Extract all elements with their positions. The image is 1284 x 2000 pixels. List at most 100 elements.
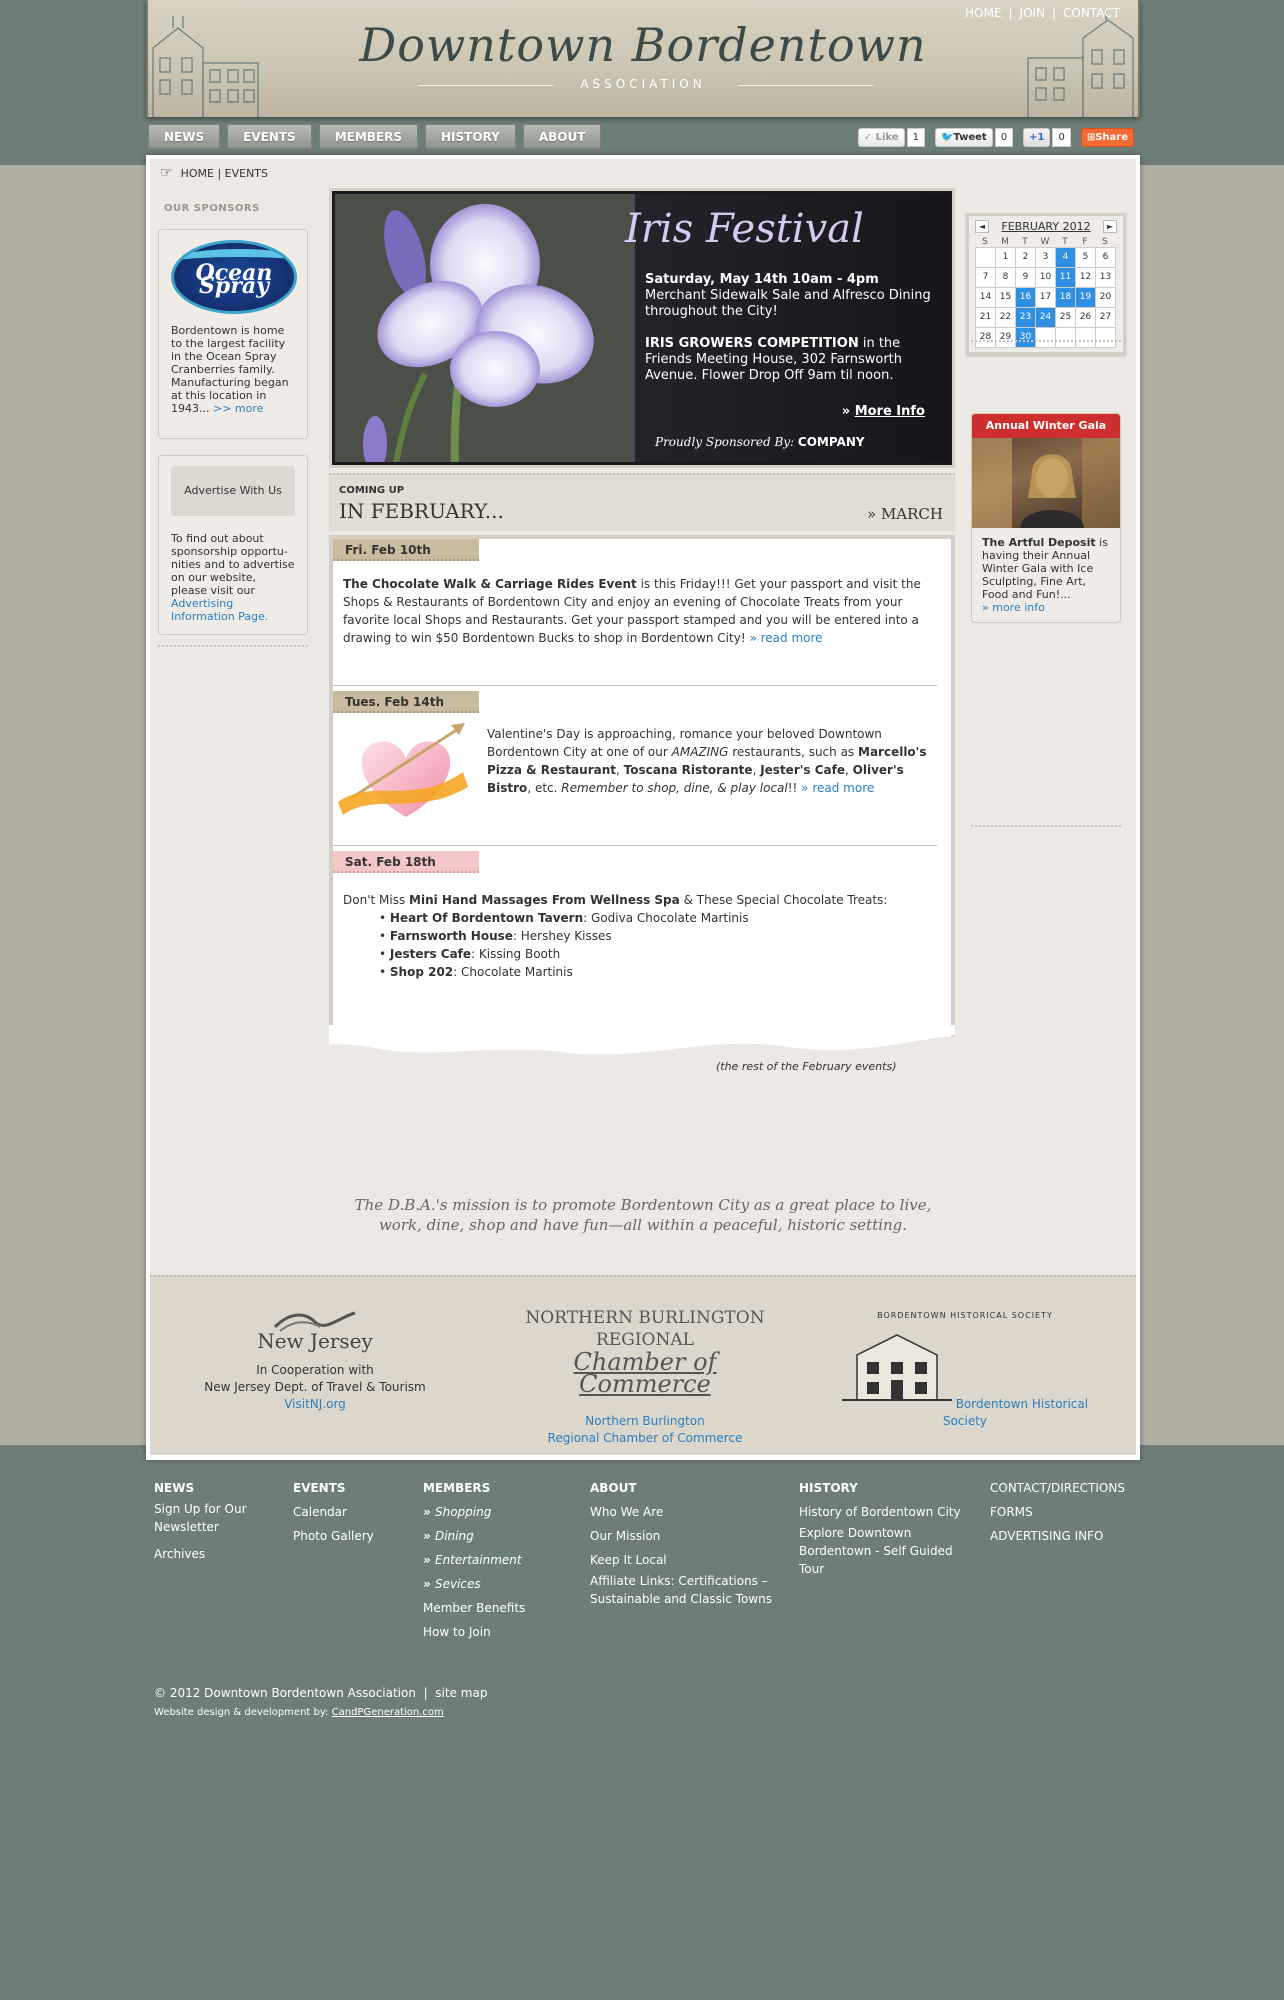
calendar-day[interactable]: 29 — [996, 328, 1016, 348]
next-month-link[interactable]: » MARCH — [867, 505, 943, 523]
coming-up-header: COMING UP IN FEBRUARY... » MARCH — [329, 473, 955, 531]
footer-link-forms[interactable]: FORMS — [990, 1500, 1134, 1524]
gala-photo[interactable] — [972, 438, 1120, 528]
footer-link[interactable]: Keep It Local — [590, 1548, 785, 1572]
advertise-link[interactable]: Advertising Information Page. — [171, 597, 268, 623]
calendar-day[interactable]: 12 — [1076, 268, 1096, 288]
calendar-day[interactable]: 14 — [976, 288, 996, 308]
hero-more-info-link[interactable]: » More Info — [842, 404, 925, 419]
chamber-link-line1[interactable]: Northern Burlington — [585, 1414, 704, 1428]
nav-members[interactable]: MEMBERS — [318, 124, 418, 149]
calendar-day[interactable]: 7 — [976, 268, 996, 288]
sitemap-link[interactable]: site map — [435, 1686, 487, 1700]
visitnj-link[interactable]: VisitNJ.org — [284, 1397, 346, 1411]
calendar-day[interactable]: 16 — [1016, 288, 1036, 308]
read-more-link[interactable]: » read more — [749, 631, 822, 645]
calendar-day[interactable]: 22 — [996, 308, 1016, 328]
footer-link[interactable]: Affiliate Links: Certifications – Sustai… — [590, 1572, 785, 1608]
calendar-day[interactable]: 28 — [976, 328, 996, 348]
calendar-day[interactable]: 9 — [1016, 268, 1036, 288]
footer-link[interactable]: Member Benefits — [423, 1596, 573, 1620]
chamber-of-commerce-logo[interactable]: NORTHERN BURLINGTON REGIONAL Chamber of … — [510, 1307, 780, 1396]
share-button[interactable]: ⊞Share — [1080, 128, 1134, 147]
calendar-day[interactable]: 5 — [1076, 248, 1096, 268]
footer-link[interactable]: Photo Gallery — [293, 1524, 413, 1548]
calendar-month-title[interactable]: FEBRUARY 2012 — [1001, 220, 1090, 233]
footer-link[interactable]: Dining — [423, 1524, 573, 1548]
calendar-day[interactable]: 27 — [1096, 308, 1116, 328]
calendar-day[interactable]: 15 — [996, 288, 1016, 308]
footer-heading-members[interactable]: MEMBERS — [423, 1476, 573, 1500]
calendar-empty-cell — [1056, 328, 1076, 348]
footer-link-advertising[interactable]: ADVERTISING INFO — [990, 1524, 1134, 1548]
toplink-contact[interactable]: CONTACT — [1063, 6, 1120, 20]
new-jersey-logo[interactable]: New Jersey — [200, 1331, 430, 1351]
credit-link[interactable]: CandPGeneration.com — [332, 1707, 444, 1718]
calendar-weekday: T — [1062, 237, 1068, 247]
calendar-day[interactable]: 2 — [1016, 248, 1036, 268]
footer-link[interactable]: How to Join — [423, 1620, 573, 1644]
calendar-day[interactable]: 6 — [1096, 248, 1116, 268]
heart-arrow-icon — [338, 723, 468, 817]
calendar-weekday: S — [982, 237, 988, 247]
footer-link[interactable]: Who We Are — [590, 1500, 785, 1524]
calendar-day[interactable]: 19 — [1076, 288, 1096, 308]
footer-link[interactable]: Explore Downtown Bordentown - Self Guide… — [799, 1524, 969, 1578]
footer-link[interactable]: Our Mission — [590, 1524, 785, 1548]
nav-about[interactable]: ABOUT — [522, 124, 602, 149]
calendar-day[interactable]: 23 — [1016, 308, 1036, 328]
copyright-text: © 2012 Downtown Bordentown Association — [154, 1686, 416, 1700]
calendar-day[interactable]: 20 — [1096, 288, 1116, 308]
sponsor-more-link[interactable]: >> more — [213, 402, 263, 415]
main-panel: ☞ HOME | EVENTS OUR SPONSORS Ocean Spray … — [146, 155, 1140, 1460]
footer-heading-about[interactable]: ABOUT — [590, 1476, 785, 1500]
footer-heading-history[interactable]: HISTORY — [799, 1476, 969, 1500]
calendar-next-arrow-icon[interactable]: ► — [1102, 220, 1117, 233]
calendar-prev-arrow-icon[interactable]: ◄ — [975, 220, 989, 233]
calendar-day[interactable]: 3 — [1036, 248, 1056, 268]
gala-more-info-link[interactable]: » more info — [982, 601, 1045, 614]
chamber-link-line2[interactable]: Regional Chamber of Commerce — [548, 1431, 743, 1445]
footer-link[interactable]: Sevices — [423, 1572, 573, 1596]
toplink-home[interactable]: HOME — [965, 6, 1001, 20]
footer-link-contact[interactable]: CONTACT/DIRECTIONS — [990, 1476, 1134, 1500]
facebook-like-button[interactable]: ✓ Like — [857, 128, 905, 147]
calendar-day[interactable]: 8 — [996, 268, 1016, 288]
read-more-link[interactable]: » read more — [801, 781, 874, 795]
calendar-day[interactable]: 24 — [1036, 308, 1056, 328]
footer-link[interactable]: Archives — [154, 1542, 284, 1566]
calendar-day[interactable]: 21 — [976, 308, 996, 328]
calendar-day[interactable]: 11 — [1056, 268, 1076, 288]
hero-banner[interactable]: Iris Festival Saturday, May 14th 10am - … — [329, 188, 955, 468]
nav-news[interactable]: NEWS — [148, 124, 221, 149]
historical-society-arc-text: BORDENTOWN HISTORICAL SOCIETY — [877, 1311, 1053, 1320]
footer-link[interactable]: Calendar — [293, 1500, 413, 1524]
calendar-day[interactable]: 26 — [1076, 308, 1096, 328]
footer-link[interactable]: Sign Up for Our Newsletter — [154, 1500, 249, 1536]
ocean-spray-logo[interactable]: Ocean Spray — [171, 240, 297, 314]
footer-link[interactable]: Shopping — [423, 1500, 573, 1524]
site-logo-title[interactable]: Downtown Bordentown — [148, 18, 1138, 72]
calendar-day[interactable]: 18 — [1056, 288, 1076, 308]
advertise-button[interactable]: Advertise With Us — [171, 466, 295, 516]
calendar-day[interactable]: 1 — [996, 248, 1016, 268]
calendar-day[interactable]: 10 — [1036, 268, 1056, 288]
copyright-line: © 2012 Downtown Bordentown Association |… — [154, 1686, 488, 1700]
calendar-day[interactable]: 13 — [1096, 268, 1116, 288]
tweet-button[interactable]: 🐦Tweet — [934, 128, 993, 147]
footer-link[interactable]: Entertainment — [423, 1548, 573, 1572]
footer-link[interactable]: History of Bordentown City — [799, 1500, 969, 1524]
historical-society-link[interactable]: Bordentown Historical Society — [943, 1397, 1088, 1428]
calendar-day[interactable]: 30 — [1016, 328, 1036, 348]
footer-heading-news[interactable]: NEWS — [154, 1476, 284, 1500]
calendar-day[interactable]: 17 — [1036, 288, 1056, 308]
nav-history[interactable]: HISTORY — [425, 124, 516, 149]
toplink-join[interactable]: JOIN — [1020, 6, 1046, 20]
calendar-day[interactable]: 4 — [1056, 248, 1076, 268]
calendar-day[interactable]: 25 — [1056, 308, 1076, 328]
footer-heading-events[interactable]: EVENTS — [293, 1476, 413, 1500]
historic-house-icon[interactable] — [841, 1330, 952, 1402]
google-plus-one-button[interactable]: +1 — [1023, 128, 1051, 147]
nav-events[interactable]: EVENTS — [227, 124, 312, 149]
breadcrumb-home[interactable]: HOME — [181, 167, 214, 180]
